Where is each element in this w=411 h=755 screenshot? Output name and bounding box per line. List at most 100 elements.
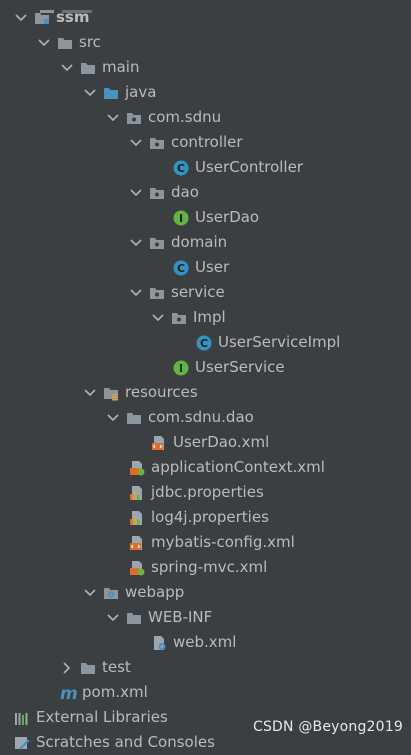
tree-node-log4j-properties[interactable]: log4j.properties <box>129 505 269 530</box>
web-xml-file-icon <box>151 635 167 651</box>
scratches-icon <box>14 735 30 751</box>
tree-node-jdbc-properties[interactable]: jdbc.properties <box>129 480 264 505</box>
tree-node-label: src <box>79 33 101 51</box>
tree-node-label: controller <box>171 133 243 151</box>
tree-node-pom-xml[interactable]: m pom.xml <box>60 680 148 705</box>
svg-text:m: m <box>60 685 78 701</box>
tree-node-label: main <box>102 58 140 76</box>
tree-node-user-service[interactable]: I UserService <box>173 355 285 380</box>
tree-node-label: External Libraries <box>36 708 168 726</box>
tree-node-label: User <box>195 258 230 276</box>
interface-icon: I <box>173 210 189 226</box>
tree-node-resources[interactable]: resources <box>83 380 198 405</box>
svg-text:C: C <box>177 162 185 175</box>
tree-node-label: Scratches and Consoles <box>36 733 215 751</box>
tree-node-webapp[interactable]: webapp <box>83 580 184 605</box>
folder-icon <box>126 410 142 426</box>
tree-node-java[interactable]: java <box>83 80 156 105</box>
tree-node-ssm[interactable]: ssm <box>14 5 90 30</box>
class-icon: C <box>173 260 189 276</box>
tree-node-main[interactable]: main <box>60 55 139 80</box>
libraries-icon <box>14 710 30 726</box>
watermark: CSDN @Beyong2019 <box>252 719 403 735</box>
tree-node-com-sdnu[interactable]: com.sdnu <box>106 105 221 130</box>
tree-node-label: UserDao.xml <box>173 433 270 451</box>
chevron-down-icon[interactable] <box>14 11 28 25</box>
tree-node-web-xml[interactable]: web.xml <box>151 630 236 655</box>
tree-node-user[interactable]: C User <box>173 255 229 280</box>
package-icon <box>149 285 165 301</box>
tree-node-spring-mvc[interactable]: spring-mvc.xml <box>129 555 267 580</box>
tree-node-label: dao <box>171 183 199 201</box>
chevron-down-icon[interactable] <box>129 186 143 200</box>
properties-file-icon <box>129 485 145 501</box>
class-icon: C <box>196 335 212 351</box>
tree-node-impl[interactable]: Impl <box>151 305 226 330</box>
chevron-right-icon[interactable] <box>60 661 74 675</box>
spring-xml-file-icon <box>129 560 145 576</box>
tree-node-label: applicationContext.xml <box>151 458 325 476</box>
tree-node-label: UserServiceImpl <box>218 333 341 351</box>
tree-node-scratches-consoles[interactable]: Scratches and Consoles <box>14 730 215 755</box>
chevron-down-icon[interactable] <box>129 136 143 150</box>
tree-node-label: test <box>102 658 131 676</box>
package-icon <box>126 110 142 126</box>
tree-node-domain[interactable]: domain <box>129 230 227 255</box>
tree-node-label: service <box>171 283 225 301</box>
tree-node-user-controller[interactable]: C UserController <box>173 155 303 180</box>
tree-node-label: web.xml <box>173 633 237 651</box>
interface-icon: I <box>173 360 189 376</box>
tree-node-label: resources <box>125 383 198 401</box>
tree-node-service[interactable]: service <box>129 280 225 305</box>
resources-folder-icon <box>103 385 119 401</box>
tree-node-mybatis-config[interactable]: mybatis-config.xml <box>129 530 295 555</box>
chevron-down-icon[interactable] <box>83 86 97 100</box>
tree-node-com-sdnu-dao[interactable]: com.sdnu.dao <box>106 405 254 430</box>
svg-text:C: C <box>200 337 208 350</box>
tree-node-label: pom.xml <box>82 683 148 701</box>
class-icon: C <box>173 160 189 176</box>
folder-icon <box>57 35 73 51</box>
tree-node-label: log4j.properties <box>151 508 269 526</box>
chevron-down-icon[interactable] <box>151 311 165 325</box>
tree-node-label: webapp <box>125 583 185 601</box>
chevron-down-icon[interactable] <box>106 611 120 625</box>
tree-node-label: com.sdnu.dao <box>148 408 254 426</box>
tree-node-user-service-impl[interactable]: C UserServiceImpl <box>196 330 340 355</box>
folder-icon <box>80 60 96 76</box>
tree-node-test[interactable]: test <box>60 655 131 680</box>
tree-node-label: domain <box>171 233 228 251</box>
chevron-down-icon[interactable] <box>129 286 143 300</box>
chevron-down-icon[interactable] <box>60 61 74 75</box>
tree-node-label: UserService <box>195 358 285 376</box>
chevron-down-icon[interactable] <box>37 36 51 50</box>
package-icon <box>171 310 187 326</box>
tree-node-label: UserDao <box>195 208 260 226</box>
chevron-down-icon[interactable] <box>129 236 143 250</box>
spring-xml-file-icon <box>129 460 145 476</box>
tree-node-label: Impl <box>193 308 226 326</box>
tree-node-web-inf[interactable]: WEB-INF <box>106 605 212 630</box>
package-icon <box>149 235 165 251</box>
tree-node-user-dao-xml[interactable]: UserDao.xml <box>151 430 269 455</box>
tree-node-controller[interactable]: controller <box>129 130 243 155</box>
chevron-down-icon[interactable] <box>106 411 120 425</box>
xml-file-icon <box>129 535 145 551</box>
svg-text:I: I <box>179 362 183 375</box>
tree-node-label: UserController <box>195 158 303 176</box>
chevron-down-icon[interactable] <box>83 586 97 600</box>
tree-node-label: com.sdnu <box>148 108 222 126</box>
svg-text:C: C <box>177 262 185 275</box>
package-icon <box>149 185 165 201</box>
tree-node-label: WEB-INF <box>148 608 213 626</box>
tree-node-external-libraries[interactable]: External Libraries <box>14 705 168 730</box>
chevron-down-icon[interactable] <box>106 111 120 125</box>
tree-node-dao[interactable]: dao <box>129 180 199 205</box>
chevron-down-icon[interactable] <box>83 386 97 400</box>
module-folder-icon <box>34 10 50 26</box>
tree-node-src[interactable]: src <box>37 30 101 55</box>
tree-node-label: spring-mvc.xml <box>151 558 268 576</box>
xml-file-icon <box>151 435 167 451</box>
tree-node-application-context[interactable]: applicationContext.xml <box>129 455 325 480</box>
tree-node-user-dao[interactable]: I UserDao <box>173 205 259 230</box>
